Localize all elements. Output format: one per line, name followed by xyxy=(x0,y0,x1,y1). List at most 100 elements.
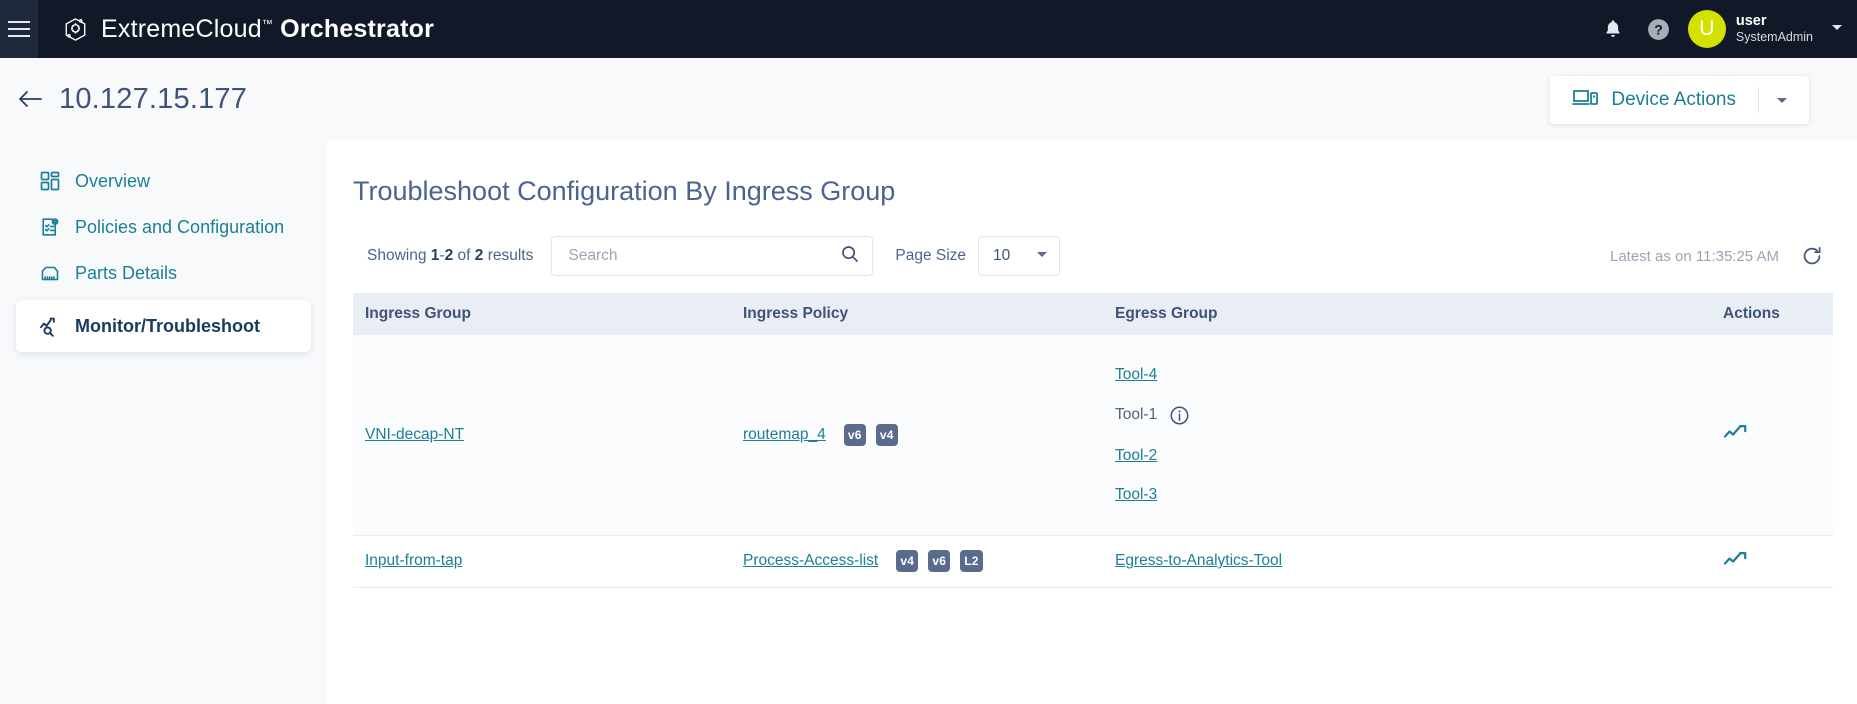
sidebar-item-label: Monitor/Troubleshoot xyxy=(75,315,260,336)
device-actions-chevron-down-icon[interactable] xyxy=(1759,92,1805,108)
column-header-ingress-group[interactable]: Ingress Group xyxy=(353,293,731,335)
showing-prefix: Showing xyxy=(367,247,427,264)
page-size-label: Page Size xyxy=(895,247,967,264)
results-count: Showing 1-2 of 2 results xyxy=(367,247,533,265)
showing-of: of xyxy=(457,247,471,264)
dashboard-grid-icon xyxy=(39,170,61,192)
svg-text:?: ? xyxy=(1655,21,1664,37)
egress-item: Tool-2 xyxy=(1115,447,1683,465)
page-size-select[interactable]: 10 xyxy=(978,236,1061,276)
egress-group-text: Tool-1 xyxy=(1115,406,1158,424)
port-jack-icon xyxy=(39,262,61,284)
page-title: 10.127.15.177 xyxy=(59,82,248,115)
policy-badge: v4 xyxy=(875,423,898,446)
sidebar-item-overview[interactable]: Overview xyxy=(16,162,311,200)
egress-group-link[interactable]: Tool-4 xyxy=(1115,366,1157,384)
showing-suffix: results xyxy=(487,247,534,264)
search-box[interactable] xyxy=(551,236,874,276)
trending-up-icon[interactable] xyxy=(1723,549,1749,569)
column-header-actions: Actions xyxy=(1693,293,1833,335)
policy-badge: v4 xyxy=(896,550,919,572)
table-toolbar: Showing 1-2 of 2 results Page Size xyxy=(353,233,1833,279)
latest-timestamp: Latest as on 11:35:25 AM xyxy=(1609,247,1779,265)
device-actions-button[interactable]: Device Actions xyxy=(1550,76,1809,124)
devices-icon xyxy=(1572,87,1599,114)
showing-to: 2 xyxy=(444,247,454,264)
ingress-group-link[interactable]: Input-from-tap xyxy=(365,552,462,569)
egress-item: Tool-4 xyxy=(1115,366,1683,384)
sidebar-item-parts-details[interactable]: Parts Details xyxy=(16,254,311,292)
top-bar: ExtremeCloud™ Orchestrator ? U user Syst… xyxy=(0,0,1857,58)
cell-egress-group: Tool-4 Tool-1 Tool-2 Tool-3 xyxy=(1103,335,1693,536)
sidebar: Overview Policies and Configuration Part… xyxy=(0,140,327,704)
bell-icon[interactable] xyxy=(1590,0,1636,58)
main-content: Troubleshoot Configuration By Ingress Gr… xyxy=(327,140,1857,704)
policy-cell: Process-Access-list v4 v6 L2 xyxy=(743,550,1093,572)
panel: Troubleshoot Configuration By Ingress Gr… xyxy=(327,176,1857,588)
brand-product: Orchestrator xyxy=(280,14,435,43)
sidebar-item-monitor-troubleshoot[interactable]: Monitor/Troubleshoot xyxy=(16,300,311,352)
search-input[interactable] xyxy=(566,246,841,266)
user-info[interactable]: user SystemAdmin xyxy=(1736,12,1813,46)
egress-item: Tool-3 xyxy=(1115,486,1683,504)
sidebar-item-label: Overview xyxy=(75,170,151,191)
sidebar-item-policies-and-configuration[interactable]: Policies and Configuration xyxy=(16,208,311,246)
arrow-left-icon[interactable] xyxy=(15,87,45,111)
ingress-group-link[interactable]: VNI-decap-NT xyxy=(365,426,464,443)
cell-ingress-group: VNI-decap-NT xyxy=(353,335,731,536)
column-header-egress-group[interactable]: Egress Group xyxy=(1103,293,1693,335)
hamburger-icon[interactable] xyxy=(0,0,38,58)
brand-tm: ™ xyxy=(261,18,274,31)
user-name: user xyxy=(1735,13,1767,30)
cell-ingress-policy: routemap_4 v6 v4 xyxy=(731,335,1103,536)
device-actions-label: Device Actions xyxy=(1611,89,1736,110)
table-row: VNI-decap-NT routemap_4 v6 v4 Tool-4 Too… xyxy=(353,335,1833,536)
egress-group-link[interactable]: Tool-3 xyxy=(1115,486,1157,504)
table-header-row: Ingress Group Ingress Policy Egress Grou… xyxy=(353,293,1833,335)
policy-badge: v6 xyxy=(928,550,951,572)
cell-ingress-group: Input-from-tap xyxy=(353,535,731,588)
policy-badge: v6 xyxy=(843,423,866,446)
page-size-chevron-down-icon xyxy=(1034,246,1050,267)
showing-total: 2 xyxy=(474,247,484,264)
egress-list: Tool-4 Tool-1 Tool-2 Tool-3 xyxy=(1115,366,1683,504)
policy-cell: routemap_4 v6 v4 xyxy=(743,423,1093,446)
trending-up-icon[interactable] xyxy=(1723,422,1749,442)
egress-item: Tool-1 xyxy=(1115,405,1683,426)
table-row: Input-from-tap Process-Access-list v4 v6… xyxy=(353,535,1833,588)
troubleshoot-table: Ingress Group Ingress Policy Egress Grou… xyxy=(353,293,1833,588)
table-header: Ingress Group Ingress Policy Egress Grou… xyxy=(353,293,1833,335)
user-menu-chevron-down-icon[interactable] xyxy=(1829,19,1845,40)
info-icon[interactable] xyxy=(1169,405,1190,426)
brand: ExtremeCloud™ Orchestrator xyxy=(62,15,434,44)
sidebar-item-label: Parts Details xyxy=(75,262,178,283)
latest-refresh: Latest as on 11:35:25 AM xyxy=(1610,233,1823,279)
extremecloud-logo-icon xyxy=(62,16,89,43)
chart-search-icon xyxy=(39,315,61,337)
brand-text: ExtremeCloud™ Orchestrator xyxy=(101,15,434,44)
cell-actions xyxy=(1693,335,1833,536)
cell-actions xyxy=(1693,535,1833,588)
document-gear-icon xyxy=(39,216,61,238)
sidebar-item-label: Policies and Configuration xyxy=(75,216,285,237)
avatar[interactable]: U xyxy=(1687,10,1726,48)
ingress-policy-link[interactable]: routemap_4 xyxy=(743,426,826,444)
egress-group-link[interactable]: Egress-to-Analytics-Tool xyxy=(1115,552,1282,569)
page-size-value: 10 xyxy=(993,247,1011,264)
panel-title: Troubleshoot Configuration By Ingress Gr… xyxy=(353,176,896,206)
policy-badge: L2 xyxy=(960,550,983,572)
body: Overview Policies and Configuration Part… xyxy=(0,140,1857,704)
ingress-policy-link[interactable]: Process-Access-list xyxy=(743,552,878,570)
search-icon[interactable] xyxy=(840,244,860,269)
page-header: 10.127.15.177 Device Actions xyxy=(0,58,1857,140)
egress-group-link[interactable]: Tool-2 xyxy=(1115,447,1157,465)
column-header-ingress-policy[interactable]: Ingress Policy xyxy=(731,293,1103,335)
help-circle-icon[interactable]: ? xyxy=(1636,0,1682,58)
topbar-right: ? U user SystemAdmin xyxy=(1590,0,1849,58)
cell-egress-group: Egress-to-Analytics-Tool xyxy=(1103,535,1693,588)
user-role: SystemAdmin xyxy=(1735,30,1813,45)
cell-ingress-policy: Process-Access-list v4 v6 L2 xyxy=(731,535,1103,588)
table-body: VNI-decap-NT routemap_4 v6 v4 Tool-4 Too… xyxy=(353,335,1833,588)
brand-name: ExtremeCloud xyxy=(101,14,262,43)
refresh-icon[interactable] xyxy=(1801,245,1823,267)
